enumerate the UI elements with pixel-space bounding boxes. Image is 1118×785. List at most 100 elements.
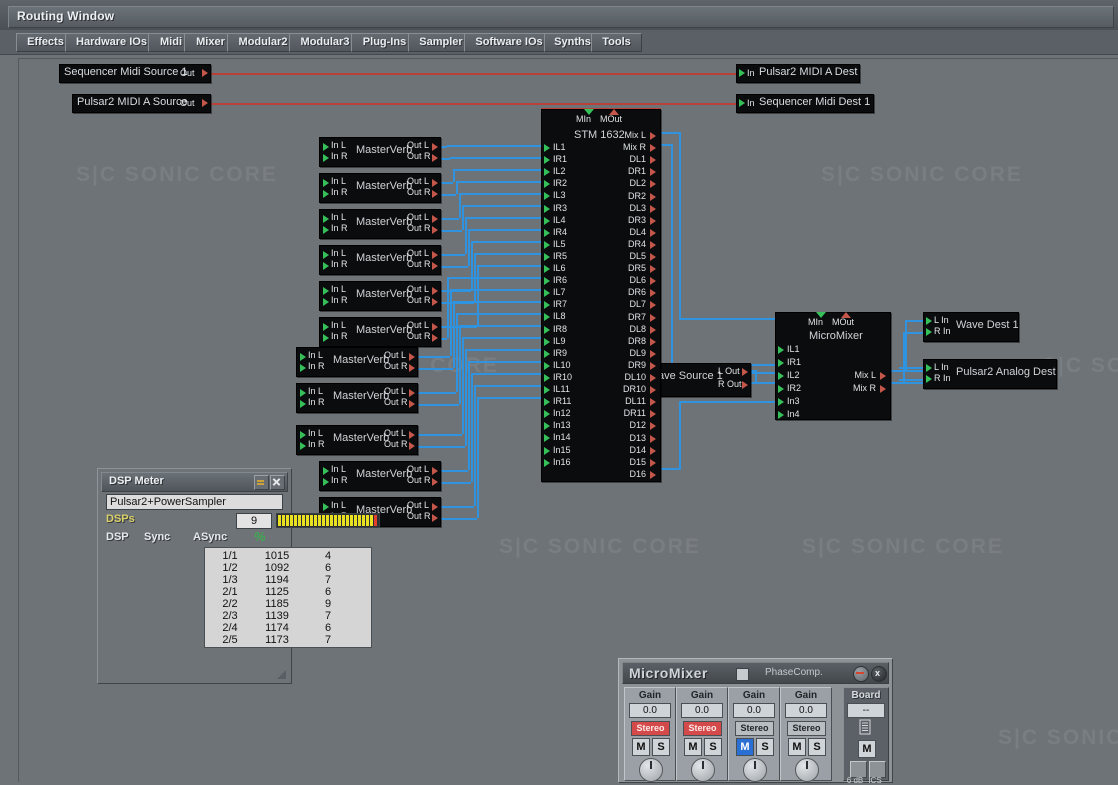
- input-port-icon[interactable]: [544, 156, 550, 165]
- patch-cable[interactable]: [477, 397, 479, 518]
- patch-cable[interactable]: [471, 373, 541, 375]
- input-port-icon[interactable]: [544, 386, 550, 394]
- patch-cable[interactable]: [471, 373, 473, 482]
- output-port-icon[interactable]: [432, 323, 438, 331]
- output-port-icon[interactable]: [650, 192, 656, 201]
- patch-cable[interactable]: [905, 320, 923, 322]
- patch-cable[interactable]: [439, 218, 459, 220]
- output-port-icon[interactable]: [880, 385, 886, 393]
- output-port-icon[interactable]: [650, 361, 656, 370]
- input-port-icon[interactable]: [544, 168, 550, 177]
- patch-cable[interactable]: [459, 325, 541, 327]
- pan-knob[interactable]: [743, 758, 767, 782]
- input-port-icon[interactable]: [778, 372, 784, 380]
- input-port-icon[interactable]: [323, 323, 329, 331]
- patch-cable[interactable]: [439, 266, 468, 268]
- patch-cable[interactable]: [659, 132, 681, 134]
- patch-cable[interactable]: [903, 332, 905, 382]
- output-port-icon[interactable]: [650, 240, 656, 249]
- output-port-icon[interactable]: [432, 334, 438, 342]
- gain-value-field[interactable]: 0.0: [681, 703, 723, 718]
- output-port-icon[interactable]: [202, 69, 208, 77]
- input-port-icon[interactable]: [544, 410, 550, 419]
- output-port-icon[interactable]: [409, 364, 415, 372]
- gain-value-field[interactable]: 0.0: [785, 703, 827, 718]
- module-masterverb[interactable]: In LIn R MasterVerbOut LOut R: [296, 383, 418, 413]
- input-port-icon[interactable]: [544, 325, 550, 334]
- board-value[interactable]: --: [847, 703, 885, 718]
- mute-button[interactable]: M: [684, 738, 702, 756]
- output-port-icon[interactable]: [650, 132, 656, 140]
- patch-cable[interactable]: [453, 169, 541, 171]
- solo-button[interactable]: S: [808, 738, 826, 756]
- copy-icon[interactable]: [857, 719, 873, 737]
- module-midi-dest[interactable]: In Sequencer Midi Dest 1: [736, 94, 874, 113]
- input-port-icon[interactable]: [323, 143, 329, 151]
- module-stm1632[interactable]: MIn MOut STM 1632 IL1 IR1 IL2 IR2 IL3 IR3 IL4 IR4 I…: [541, 109, 661, 482]
- solo-button[interactable]: S: [652, 738, 670, 756]
- input-port-icon[interactable]: [323, 251, 329, 259]
- input-port-icon[interactable]: [544, 446, 550, 455]
- micromixer-titlebar[interactable]: MicroMixer PhaseComp. x: [622, 662, 889, 684]
- output-port-icon[interactable]: [650, 313, 656, 322]
- input-port-icon[interactable]: [544, 301, 550, 310]
- output-port-icon[interactable]: [432, 215, 438, 223]
- stereo-toggle[interactable]: Stereo: [735, 721, 774, 736]
- input-port-icon[interactable]: [739, 99, 745, 107]
- input-port-icon[interactable]: [544, 458, 550, 467]
- module-audio-dest[interactable]: L In R In Pulsar2 Analog Dest: [923, 359, 1057, 389]
- output-port-icon[interactable]: [650, 458, 656, 467]
- output-port-icon[interactable]: [432, 179, 438, 187]
- module-masterverb[interactable]: In LIn R MasterVerbOut LOut R: [319, 317, 441, 347]
- input-port-icon[interactable]: [544, 361, 550, 370]
- pan-knob[interactable]: [795, 758, 819, 782]
- output-port-icon[interactable]: [432, 503, 438, 511]
- input-port-icon[interactable]: [544, 265, 550, 273]
- output-port-icon[interactable]: [432, 514, 438, 522]
- patch-cable[interactable]: [416, 392, 456, 394]
- module-masterverb[interactable]: In LIn R MasterVerbOut LOut R: [319, 173, 441, 203]
- patch-cable[interactable]: [416, 356, 450, 358]
- input-port-icon[interactable]: [544, 240, 550, 249]
- table-row[interactable]: 2/4 1174 6: [205, 622, 371, 634]
- patch-cable[interactable]: [474, 253, 541, 255]
- patch-cable[interactable]: [465, 217, 541, 219]
- patch-cable[interactable]: [462, 205, 464, 230]
- output-port-icon[interactable]: [409, 353, 415, 361]
- input-port-icon[interactable]: [323, 503, 329, 511]
- output-port-icon[interactable]: [432, 226, 438, 234]
- input-port-icon[interactable]: [544, 434, 550, 443]
- output-port-icon[interactable]: [650, 374, 656, 382]
- patch-cable[interactable]: [905, 320, 907, 372]
- output-port-icon[interactable]: [650, 289, 656, 298]
- module-masterverb[interactable]: In LIn R MasterVerbOut LOut R: [319, 209, 441, 239]
- module-masterverb[interactable]: In LIn R MasterVerbOut LOut R: [319, 461, 441, 491]
- patch-cable[interactable]: [468, 361, 541, 363]
- patch-cable[interactable]: [465, 349, 467, 446]
- input-port-icon[interactable]: [544, 228, 550, 237]
- patch-cable[interactable]: [453, 301, 455, 368]
- minimize-icon-mm[interactable]: [853, 666, 869, 682]
- patch-cable[interactable]: [462, 337, 464, 434]
- input-port-icon[interactable]: [544, 204, 550, 213]
- dsp-project-field[interactable]: Pulsar2+PowerSampler: [106, 494, 283, 510]
- output-port-icon[interactable]: [432, 154, 438, 162]
- table-row[interactable]: 1/2 1092 6: [205, 562, 371, 574]
- output-port-icon[interactable]: [409, 400, 415, 408]
- patch-cable[interactable]: [747, 382, 775, 384]
- patch-cable[interactable]: [439, 230, 462, 232]
- output-port-icon[interactable]: [742, 381, 748, 389]
- patch-cable[interactable]: [416, 368, 453, 370]
- module-masterverb[interactable]: In LIn R MasterVerbOut LOut R: [319, 245, 441, 275]
- patch-cable[interactable]: [439, 470, 468, 472]
- input-port-icon[interactable]: [544, 289, 550, 298]
- output-port-icon[interactable]: [650, 470, 656, 479]
- patch-cable[interactable]: [474, 385, 541, 387]
- output-port-icon[interactable]: [742, 368, 748, 376]
- resize-grip-icon[interactable]: [275, 668, 287, 680]
- gain-value-field[interactable]: 0.0: [733, 703, 775, 718]
- patch-cable[interactable]: [659, 468, 681, 470]
- input-port-icon[interactable]: [544, 216, 550, 225]
- input-port-icon[interactable]: [544, 313, 550, 322]
- output-port-icon[interactable]: [650, 265, 656, 274]
